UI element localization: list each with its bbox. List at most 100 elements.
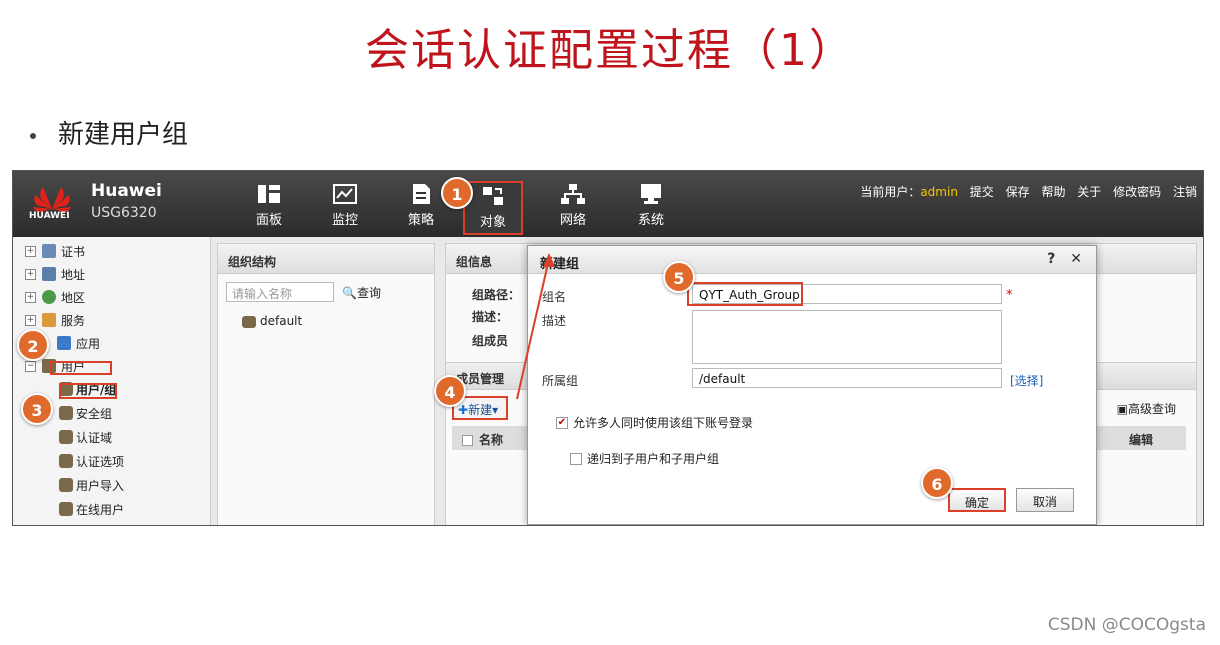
huawei-logo xyxy=(33,187,71,212)
nav-system[interactable]: 系统 xyxy=(621,183,681,228)
highlight-group-name xyxy=(687,282,803,306)
step-badge-3: 3 xyxy=(21,393,53,425)
top-bar: HUAWEI Huawei USG6320 面板 监控 策略 对象 网络 系统 … xyxy=(13,171,1203,237)
network-icon xyxy=(561,184,585,204)
allow-multi-login-checkbox[interactable]: ✔ 允许多人同时使用该组下账号登录 xyxy=(556,414,753,431)
checkbox-unchecked xyxy=(570,452,582,465)
group-icon xyxy=(242,315,256,328)
link-help[interactable]: 帮助 xyxy=(1041,185,1065,199)
current-user-name: admin xyxy=(920,185,958,199)
sidebar-item-application[interactable]: 应用 xyxy=(57,333,100,353)
dialog-header: 新建组 ? ✕ xyxy=(528,246,1096,274)
required-mark: * xyxy=(1006,288,1013,303)
application-icon xyxy=(57,336,71,350)
help-icon[interactable]: ? xyxy=(1047,251,1055,267)
close-icon[interactable]: ✕ xyxy=(1070,251,1082,267)
step-badge-4: 4 xyxy=(434,375,466,407)
select-parent-link[interactable]: [选择] xyxy=(1010,372,1043,389)
auth-domain-icon xyxy=(59,430,73,444)
edit-column-header: 编辑 xyxy=(1096,426,1186,450)
group-members-label: 组成员 xyxy=(472,334,509,348)
new-group-dialog: 新建组 ? ✕ 组名 QYT_Auth_Group * 描述 所属组 /defa… xyxy=(527,245,1097,525)
user-import-icon xyxy=(59,478,73,492)
nav-dashboard[interactable]: 面板 xyxy=(239,183,299,228)
group-path-label: 组路径： xyxy=(472,288,521,302)
watermark: CSDN @COCOgsta xyxy=(1047,615,1206,635)
highlight-user-group xyxy=(59,383,117,399)
user-bar: 当前用户：admin 提交 保存 帮助 关于 修改密码 注销 xyxy=(852,183,1197,200)
slide-title: 会话认证配置过程（1） xyxy=(365,25,855,76)
sidebar-item-address[interactable]: + 地址 xyxy=(25,264,85,284)
advanced-search-icon: ▣ xyxy=(1116,402,1128,416)
device-model: USG6320 xyxy=(91,205,157,221)
search-icon: 🔍 xyxy=(342,286,357,300)
brand-name: Huawei xyxy=(91,181,162,201)
auth-options-icon xyxy=(59,454,73,468)
sidebar-item-auth-options[interactable]: 认证选项 xyxy=(59,451,124,471)
group-name-label: 组名 xyxy=(542,290,567,304)
policy-icon xyxy=(413,184,430,204)
select-all-checkbox[interactable] xyxy=(462,435,473,446)
dialog-controls: ? ✕ xyxy=(1047,251,1082,267)
step-badge-6: 6 xyxy=(921,467,953,499)
online-users-icon xyxy=(59,502,73,516)
org-structure-panel: 组织结构 请输入名称 🔍查询 default xyxy=(217,243,435,525)
bullet-dot xyxy=(30,132,36,139)
recursive-checkbox[interactable]: 递归到子用户和子用户组 xyxy=(570,450,719,467)
link-about[interactable]: 关于 xyxy=(1077,185,1101,199)
org-search-input[interactable]: 请输入名称 xyxy=(226,282,334,302)
link-save[interactable]: 保存 xyxy=(1006,185,1030,199)
sidebar-item-user-import[interactable]: 用户导入 xyxy=(59,475,124,495)
system-icon xyxy=(641,184,661,204)
sidebar-item-auth-domain[interactable]: 认证域 xyxy=(59,427,112,447)
description-label: 描述 xyxy=(542,314,567,328)
nav-label: 面板 xyxy=(255,213,282,228)
logo-wordmark: HUAWEI xyxy=(29,211,70,221)
monitor-icon xyxy=(333,184,357,204)
bullet-text: 新建用户组 xyxy=(58,120,189,150)
nav-label: 网络 xyxy=(559,213,586,228)
parent-group-input[interactable]: /default xyxy=(692,368,1002,388)
sidebar-item-service[interactable]: + 服务 xyxy=(25,310,85,330)
nav-label: 系统 xyxy=(637,213,664,228)
link-logout[interactable]: 注销 xyxy=(1173,185,1197,199)
dashboard-icon xyxy=(258,185,280,203)
object-icon xyxy=(483,187,503,205)
sidebar: + 证书 + 地址 + 地区 + 服务 应用 − 用户 用户/组 安全组 认证域 认证选项… xyxy=(13,237,211,525)
org-panel-title: 组织结构 xyxy=(218,244,434,274)
group-desc-label: 描述： xyxy=(472,310,509,324)
link-submit[interactable]: 提交 xyxy=(970,185,994,199)
step-badge-1: 1 xyxy=(441,177,473,209)
current-user-label: 当前用户： xyxy=(860,185,921,199)
sidebar-item-certificate[interactable]: + 证书 xyxy=(25,241,85,261)
org-query-button[interactable]: 🔍查询 xyxy=(342,284,381,301)
certificate-icon xyxy=(42,244,56,258)
step-badge-2: 2 xyxy=(17,329,49,361)
name-column-header: 名称 xyxy=(452,426,532,450)
org-tree-default[interactable]: default xyxy=(242,314,302,328)
checkbox-checked: ✔ xyxy=(556,416,568,429)
dialog-title: 新建组 xyxy=(540,257,580,272)
service-icon xyxy=(42,313,56,327)
plus-icon: ✚ xyxy=(458,403,469,417)
sidebar-item-security-group[interactable]: 安全组 xyxy=(59,403,112,423)
cancel-button[interactable]: 取消 xyxy=(1016,488,1074,512)
nav-network[interactable]: 网络 xyxy=(543,183,603,228)
address-icon xyxy=(42,267,56,281)
nav-label: 策略 xyxy=(407,213,434,228)
bullet-line: 新建用户组 xyxy=(30,114,188,151)
nav-label: 监控 xyxy=(331,213,358,228)
security-group-icon xyxy=(59,406,73,420)
sidebar-item-region[interactable]: + 地区 xyxy=(25,287,85,307)
highlight-user xyxy=(50,361,112,375)
nav-label: 对象 xyxy=(479,215,506,230)
ok-button[interactable]: 确定 xyxy=(948,488,1006,512)
advanced-query-button[interactable]: ▣高级查询 xyxy=(1117,400,1176,417)
sidebar-item-online-users[interactable]: 在线用户 xyxy=(59,499,124,519)
description-textarea[interactable] xyxy=(692,310,1002,364)
region-icon xyxy=(42,290,56,304)
nav-monitor[interactable]: 监控 xyxy=(315,183,375,228)
parent-group-label: 所属组 xyxy=(542,374,579,388)
link-change-password[interactable]: 修改密码 xyxy=(1113,185,1161,199)
step-badge-5: 5 xyxy=(663,261,695,293)
